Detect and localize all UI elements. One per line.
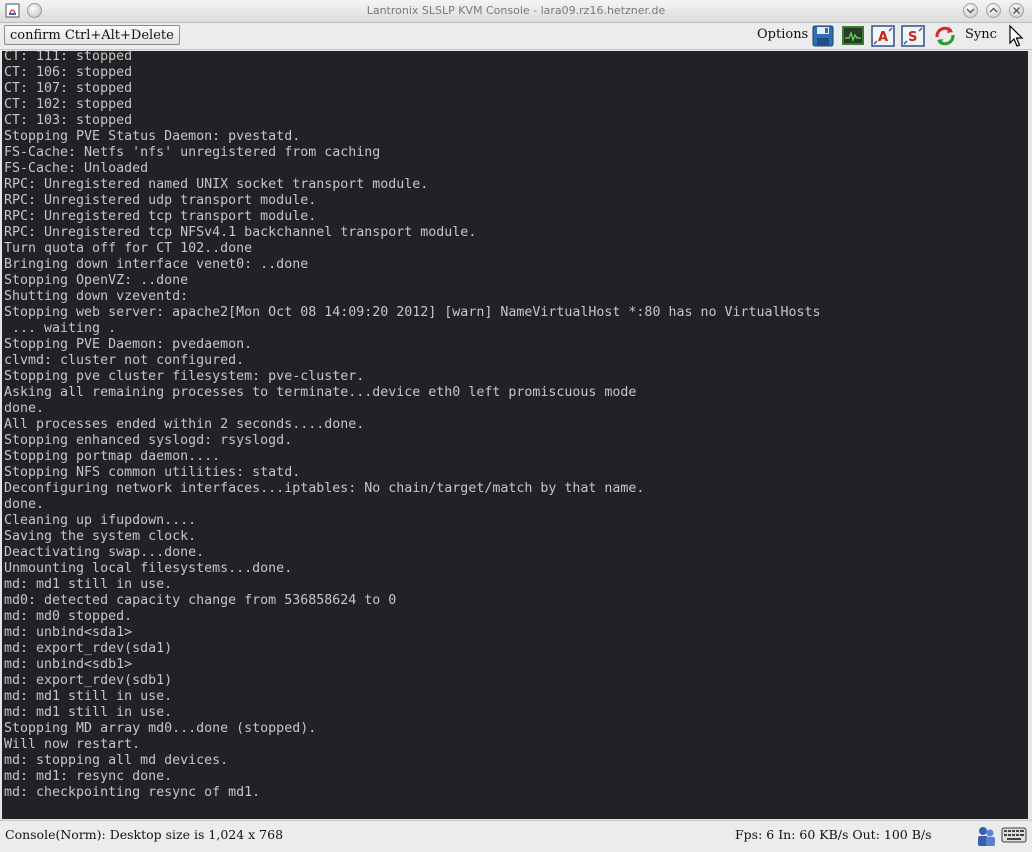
console-status-text: Console(Norm): Desktop size is 1,024 x 7… <box>5 827 284 842</box>
maximize-button[interactable] <box>986 3 1001 18</box>
console-line: Saving the system clock. <box>4 529 197 544</box>
console-line: Stopping OpenVZ: ..done <box>4 273 189 288</box>
console-line: Will now restart. <box>4 737 141 752</box>
console-line: FS-Cache: Unloaded <box>4 161 149 176</box>
users-icon[interactable] <box>975 824 997 848</box>
auto-adjust-icon[interactable]: A <box>871 24 895 48</box>
console-line: Asking all remaining processes to termin… <box>4 385 637 400</box>
console-line: md: md1: resync done. <box>4 769 173 784</box>
close-button[interactable] <box>1009 3 1024 18</box>
sync-icon[interactable] <box>933 24 957 48</box>
console-line: ... waiting . <box>4 321 117 336</box>
console-line: md: md1 still in use. <box>4 577 173 592</box>
console-line: RPC: Unregistered udp transport module. <box>4 193 317 208</box>
console-line: CT: 106: stopped <box>4 65 133 80</box>
console-line: Stopping web server: apache2[Mon Oct 08 … <box>4 305 821 320</box>
console-line: md: unbind<sdb1> <box>4 657 133 672</box>
save-icon[interactable] <box>811 24 835 48</box>
console-line: Stopping enhanced syslogd: rsyslogd. <box>4 433 293 448</box>
toolbar: confirm Ctrl+Alt+Delete Options A S Sync <box>0 23 1032 50</box>
svg-text:S: S <box>908 30 917 45</box>
console-line: CT: 103: stopped <box>4 113 133 128</box>
kvm-console-screen[interactable]: CT: 111: stopped CT: 106: stopped CT: 107:… <box>2 51 1028 819</box>
console-line: Deconfiguring network interfaces...iptab… <box>4 481 645 496</box>
console-line: md: md0 stopped. <box>4 609 133 624</box>
console-line: Deactivating swap...done. <box>4 545 205 560</box>
console-line: md: export_rdev(sdb1) <box>4 673 173 688</box>
console-line: md: md1 still in use. <box>4 689 173 704</box>
console-line: Stopping MD array md0...done (stopped). <box>4 721 317 736</box>
console-line: Shutting down vzeventd: <box>4 289 189 304</box>
console-line: RPC: Unregistered named UNIX socket tran… <box>4 177 429 192</box>
console-line: Stopping pve cluster filesystem: pve-clu… <box>4 369 365 384</box>
title-bar: Lantronix SLSLP KVM Console - lara09.rz1… <box>0 0 1032 23</box>
console-line: CT: 107: stopped <box>4 81 133 96</box>
minimize-button[interactable] <box>963 3 978 18</box>
confirm-ctrl-alt-delete-button[interactable]: confirm Ctrl+Alt+Delete <box>4 25 180 45</box>
console-line: md0: detected capacity change from 53685… <box>4 593 397 608</box>
console-line: Unmounting local filesystems...done. <box>4 561 293 576</box>
console-line: clvmd: cluster not configured. <box>4 353 245 368</box>
console-line: md: stopping all md devices. <box>4 753 229 768</box>
console-line: md: md1 still in use. <box>4 705 173 720</box>
console-line: Turn quota off for CT 102..done <box>4 241 253 256</box>
console-line: done. <box>4 497 45 512</box>
svg-text:A: A <box>878 30 888 45</box>
console-line: Stopping NFS common utilities: statd. <box>4 465 301 480</box>
options-menu[interactable]: Options <box>757 27 808 42</box>
console-line: done. <box>4 401 45 416</box>
console-line: RPC: Unregistered tcp NFSv4.1 backchanne… <box>4 225 477 240</box>
chevron-down-icon <box>966 8 975 14</box>
console-line: md: unbind<sda1> <box>4 625 133 640</box>
window-title: Lantronix SLSLP KVM Console - lara09.rz1… <box>366 4 666 17</box>
mouse-cursor-icon[interactable] <box>1004 24 1028 48</box>
console-line: RPC: Unregistered tcp transport module. <box>4 209 317 224</box>
console-line: CT: 102: stopped <box>4 97 133 112</box>
console-line: Cleaning up ifupdown.... <box>4 513 197 528</box>
console-line: md: checkpointing resync of md1. <box>4 785 261 800</box>
console-line: md: export_rdev(sda1) <box>4 641 173 656</box>
monitor-icon[interactable] <box>841 24 865 48</box>
status-bar: Console(Norm): Desktop size is 1,024 x 7… <box>0 820 1032 852</box>
console-line: Stopping PVE Daemon: pvedaemon. <box>4 337 253 352</box>
console-line: Bringing down interface venet0: ..done <box>4 257 309 272</box>
console-line: CT: 111: stopped <box>4 51 133 64</box>
keyboard-icon[interactable] <box>1001 824 1027 846</box>
chevron-up-icon <box>989 7 998 13</box>
console-line: Stopping PVE Status Daemon: pvestatd. <box>4 129 301 144</box>
sync-button[interactable]: Sync <box>965 27 997 42</box>
close-icon <box>1013 7 1020 14</box>
console-line: All processes ended within 2 seconds....… <box>4 417 365 432</box>
console-line: Stopping portmap daemon.... <box>4 449 221 464</box>
console-line: FS-Cache: Netfs 'nfs' unregistered from … <box>4 145 381 160</box>
fps-throughput-text: Fps: 6 In: 60 KB/s Out: 100 B/s <box>735 827 932 842</box>
screenshot-icon[interactable]: S <box>901 24 925 48</box>
